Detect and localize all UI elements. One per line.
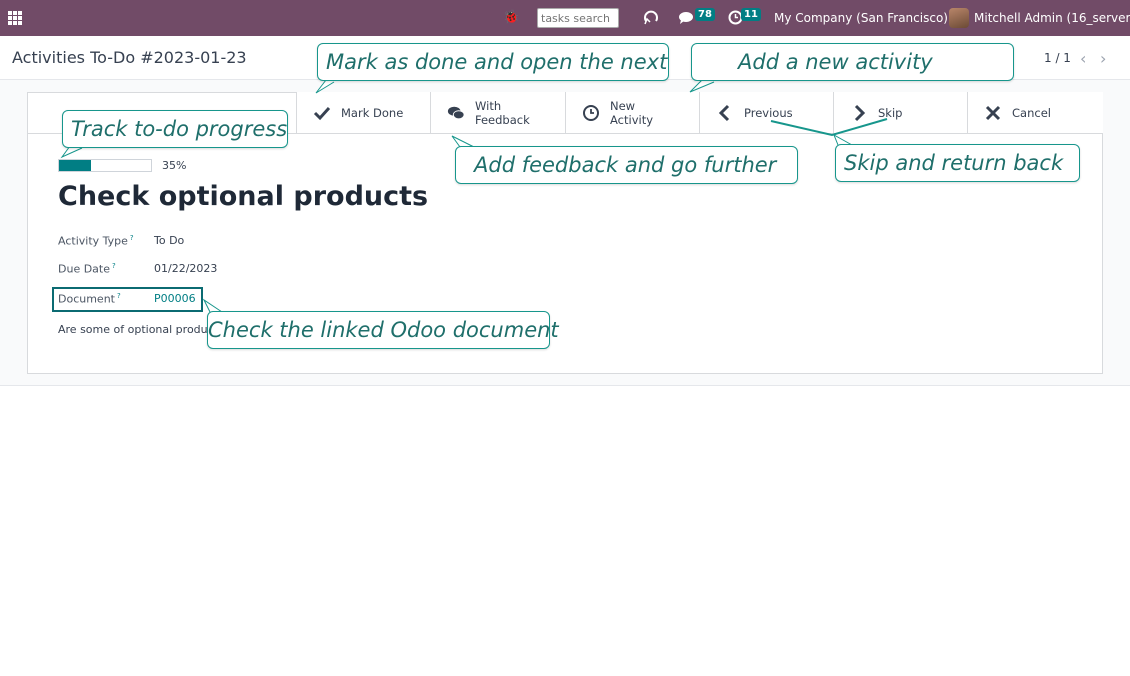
skip-label: Skip	[878, 106, 903, 120]
with-feedback-line-2: Feedback	[475, 113, 530, 127]
pager-next-icon[interactable]: ›	[1100, 49, 1106, 68]
chat-icon[interactable]	[679, 11, 695, 25]
new-activity-line-1: New	[610, 99, 636, 113]
help-tooltip-marker[interactable]: ?	[112, 262, 116, 270]
activity-type-value[interactable]: To Do	[154, 234, 184, 247]
document-label: Document?	[58, 292, 121, 306]
check-icon	[313, 106, 331, 121]
debug-bug-icon[interactable]: 🐞	[503, 10, 519, 25]
cancel-label: Cancel	[1012, 106, 1051, 120]
user-menu[interactable]: Mitchell Admin (16_server)	[974, 11, 1130, 25]
chat-count-badge: 78	[695, 8, 715, 21]
activity-note: Are some of optional products	[58, 323, 208, 336]
tour-tip-skip: Skip and return back	[835, 144, 1080, 182]
new-activity-line-2: Activity	[610, 113, 654, 127]
document-link[interactable]: P00006	[154, 292, 196, 305]
activity-count-badge: 11	[741, 8, 761, 21]
chevron-right-icon	[854, 104, 866, 122]
document-label-text: Document	[58, 292, 115, 306]
due-date-label: Due Date?	[58, 262, 116, 276]
tour-tip-feedback: Add feedback and go further	[455, 146, 798, 184]
pager-value[interactable]: 1 / 1	[1044, 51, 1071, 65]
close-icon	[985, 105, 1001, 121]
mark-done-label: Mark Done	[341, 106, 404, 120]
tour-tip-new-activity: Add a new activity	[691, 43, 1014, 81]
form-statusbar: Mark Done With Feedback New Activity Previ…	[296, 92, 1103, 134]
with-feedback-line-1: With	[475, 99, 502, 113]
new-activity-label: New Activity	[610, 99, 653, 127]
previous-label: Previous	[744, 106, 793, 120]
top-navbar: 🐞 78 11 My Company (San Francisco) Mitch…	[0, 0, 1130, 36]
user-avatar[interactable]	[949, 8, 969, 28]
previous-button[interactable]: Previous	[699, 92, 833, 134]
tour-tip-document: Check the linked Odoo document	[207, 311, 559, 349]
new-activity-button[interactable]: New Activity	[565, 92, 699, 134]
record-title: Check optional products	[58, 181, 429, 212]
company-switcher[interactable]: My Company (San Francisco)	[774, 11, 948, 25]
chevron-left-icon	[718, 104, 730, 122]
refresh-icon[interactable]	[642, 8, 660, 26]
due-date-label-text: Due Date	[58, 262, 110, 276]
progress-fill	[59, 160, 92, 171]
due-date-value[interactable]: 01/22/2023	[154, 262, 217, 275]
skip-button[interactable]: Skip	[833, 92, 967, 134]
activity-type-label: Activity Type?	[58, 234, 134, 248]
cancel-button[interactable]: Cancel	[967, 92, 1103, 134]
with-feedback-label: With Feedback	[475, 99, 530, 127]
progress-percent: 35%	[162, 159, 187, 172]
help-tooltip-marker[interactable]: ?	[130, 234, 134, 242]
progress-bar	[58, 159, 152, 172]
apps-menu-icon[interactable]	[8, 11, 22, 25]
tour-tip-progress: Track to-do progress	[62, 110, 288, 148]
clock-icon	[583, 105, 599, 121]
tasks-search-input[interactable]	[537, 8, 619, 28]
activity-type-label-text: Activity Type	[58, 234, 128, 248]
tour-tip-mark-done: Mark as done and open the next	[317, 43, 669, 81]
pager-previous-icon[interactable]: ‹	[1080, 49, 1086, 68]
breadcrumb: Activities To-Do #2023-01-23	[12, 48, 247, 67]
mark-done-button[interactable]: Mark Done	[296, 92, 430, 134]
with-feedback-button[interactable]: With Feedback	[430, 92, 565, 134]
help-tooltip-marker[interactable]: ?	[117, 292, 121, 300]
comments-icon	[447, 106, 465, 120]
